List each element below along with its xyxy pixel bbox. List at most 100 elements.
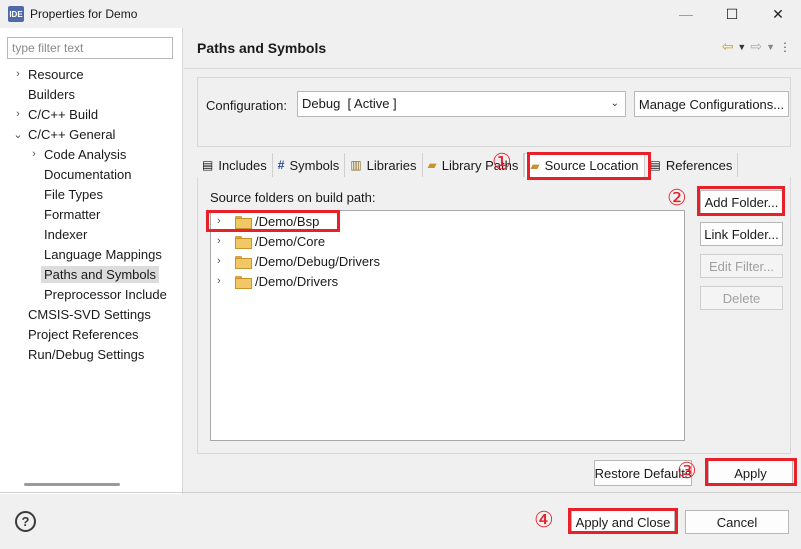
list-item[interactable]: › /Demo/Drivers [211,271,684,291]
chevron-right-icon[interactable]: › [217,215,229,227]
tree-item-label: C/C++ Build [28,106,99,122]
tree-item-label: Resource [28,66,84,82]
chevron-right-icon[interactable]: › [12,108,24,120]
tab-includes[interactable]: ▤ Includes [197,153,273,177]
tab-label: Includes [218,157,267,173]
source-folder-list[interactable]: › /Demo/Bsp › /Demo/Core › /Demo/Debug/Driv… [210,210,685,441]
chevron-right-icon[interactable]: › [217,275,229,287]
tab-label: Symbols [289,157,340,173]
back-arrow-icon[interactable]: ⇦ [722,38,734,55]
tree-item-label: C/C++ General [28,126,116,142]
list-item[interactable]: › /Demo/Debug/Drivers [211,251,684,271]
source-location-panel: Source folders on build path: › /Demo/Bsp… [197,177,791,454]
chevron-right-icon[interactable]: › [28,148,40,160]
restore-defaults-button[interactable]: Restore Defaults [594,460,692,486]
tree-item-label: Language Mappings [44,246,162,262]
preference-tree-pane: › Resource Builders › C/C++ Build ⌄ C/C++ G… [0,28,183,494]
tab-references[interactable]: ▤ References [644,153,739,177]
properties-page: Paths and Symbols ⇦ ▼ ⇨ ▼ ⋮ Configuratio… [184,28,801,494]
tree-item-language-mappings[interactable]: Language Mappings [0,244,183,264]
tree-item-builders[interactable]: Builders [0,84,183,104]
configuration-select[interactable]: Debug [ Active ] ⌄ [297,91,626,117]
chevron-right-icon[interactable]: › [12,68,24,80]
tree-item-paths-and-symbols[interactable]: Paths and Symbols [0,264,183,284]
list-item[interactable]: › /Demo/Bsp [211,211,684,231]
tree-item-cpp-general[interactable]: ⌄ C/C++ General [0,124,183,144]
chevron-down-icon[interactable]: ▼ [737,42,746,52]
chevron-down-icon[interactable]: ▼ [766,42,775,52]
tree-item-label: CMSIS-SVD Settings [28,306,151,322]
tree-item-indexer[interactable]: Indexer [0,224,183,244]
divider [184,68,801,69]
folder-icon [235,235,252,249]
folder-path: /Demo/Drivers [255,273,339,289]
tree-item-cpp-build[interactable]: › C/C++ Build [0,104,183,124]
tree-item-preprocessor-include[interactable]: Preprocessor Include [0,284,183,304]
delete-button[interactable]: Delete [700,286,783,310]
tree-item-resource[interactable]: › Resource [0,64,183,84]
folder-source-icon: ▰ [530,158,540,173]
chevron-right-icon[interactable]: › [217,235,229,247]
cancel-button[interactable]: Cancel [685,510,789,534]
chevron-right-icon[interactable]: › [217,255,229,267]
tree-item-label: Builders [28,86,75,102]
view-menu-icon[interactable]: ⋮ [779,40,791,54]
tree-item-label: Indexer [44,226,88,242]
filter-input[interactable] [7,37,173,59]
apply-and-close-button[interactable]: Apply and Close [571,510,675,534]
tree-item-formatter[interactable]: Formatter [0,204,183,224]
divider [0,492,801,493]
tree-item-label: Run/Debug Settings [28,346,145,362]
edit-filter-button[interactable]: Edit Filter... [700,254,783,278]
include-icon: ▤ [202,158,214,172]
horizontal-scrollbar[interactable] [24,483,120,486]
folder-icon [235,255,252,269]
step-4-marker: ④ [534,508,554,533]
apply-button[interactable]: Apply [708,460,793,486]
folder-library-icon: ▰ [427,158,437,172]
tree-item-cmsis-svd[interactable]: CMSIS-SVD Settings [0,304,183,324]
folder-icon [235,215,252,229]
reference-icon: ▤ [649,158,661,172]
tree-item-file-types[interactable]: File Types [0,184,183,204]
tab-library-paths[interactable]: ▰ Library Paths [422,153,525,177]
chevron-down-icon[interactable]: ⌄ [12,128,24,141]
library-icon: ▥ [350,158,362,172]
minimize-button[interactable]: — [663,0,709,28]
tree-item-label: File Types [44,186,104,202]
window-title: Properties for Demo [30,7,138,21]
tree-item-documentation[interactable]: Documentation [0,164,183,184]
list-item[interactable]: › /Demo/Core [211,231,684,251]
folder-icon [235,275,252,289]
source-folders-label: Source folders on build path: [210,190,376,205]
close-button[interactable]: ✕ [755,0,801,28]
help-icon[interactable]: ? [15,511,36,532]
manage-configurations-button[interactable]: Manage Configurations... [634,91,789,117]
tree-item-label: Code Analysis [44,146,127,162]
app-icon: IDE [8,6,24,22]
add-folder-button[interactable]: Add Folder... [700,190,783,214]
tab-libraries[interactable]: ▥ Libraries [345,153,423,177]
configuration-value: Debug [ Active ] [302,96,397,111]
tree-item-label: Preprocessor Include [44,286,167,302]
configuration-group: Configuration: Debug [ Active ] ⌄ Manage… [197,77,791,147]
tree-item-code-analysis[interactable]: › Code Analysis [0,144,183,164]
tree-item-label: Documentation [44,166,132,182]
page-title: Paths and Symbols [197,40,327,56]
hash-icon: # [277,158,285,172]
forward-arrow-icon[interactable]: ⇨ [750,38,762,55]
tab-symbols[interactable]: # Symbols [272,153,346,177]
link-folder-button[interactable]: Link Folder... [700,222,783,246]
history-navigation: ⇦ ▼ ⇨ ▼ ⋮ [722,38,791,55]
tree-item-label: Formatter [44,206,101,222]
tree-item-run-debug[interactable]: Run/Debug Settings [0,344,183,364]
maximize-button[interactable]: ☐ [709,0,755,28]
preference-tree: › Resource Builders › C/C++ Build ⌄ C/C++ G… [0,64,183,364]
tree-item-label: Paths and Symbols [41,265,160,283]
tree-item-project-references[interactable]: Project References [0,324,183,344]
tab-label: References [665,157,733,173]
tab-label: Source Location [544,158,639,173]
tab-source-location[interactable]: ▰ Source Location [524,153,645,177]
chevron-down-icon: ⌄ [610,98,619,109]
window-controls: — ☐ ✕ [663,0,801,28]
